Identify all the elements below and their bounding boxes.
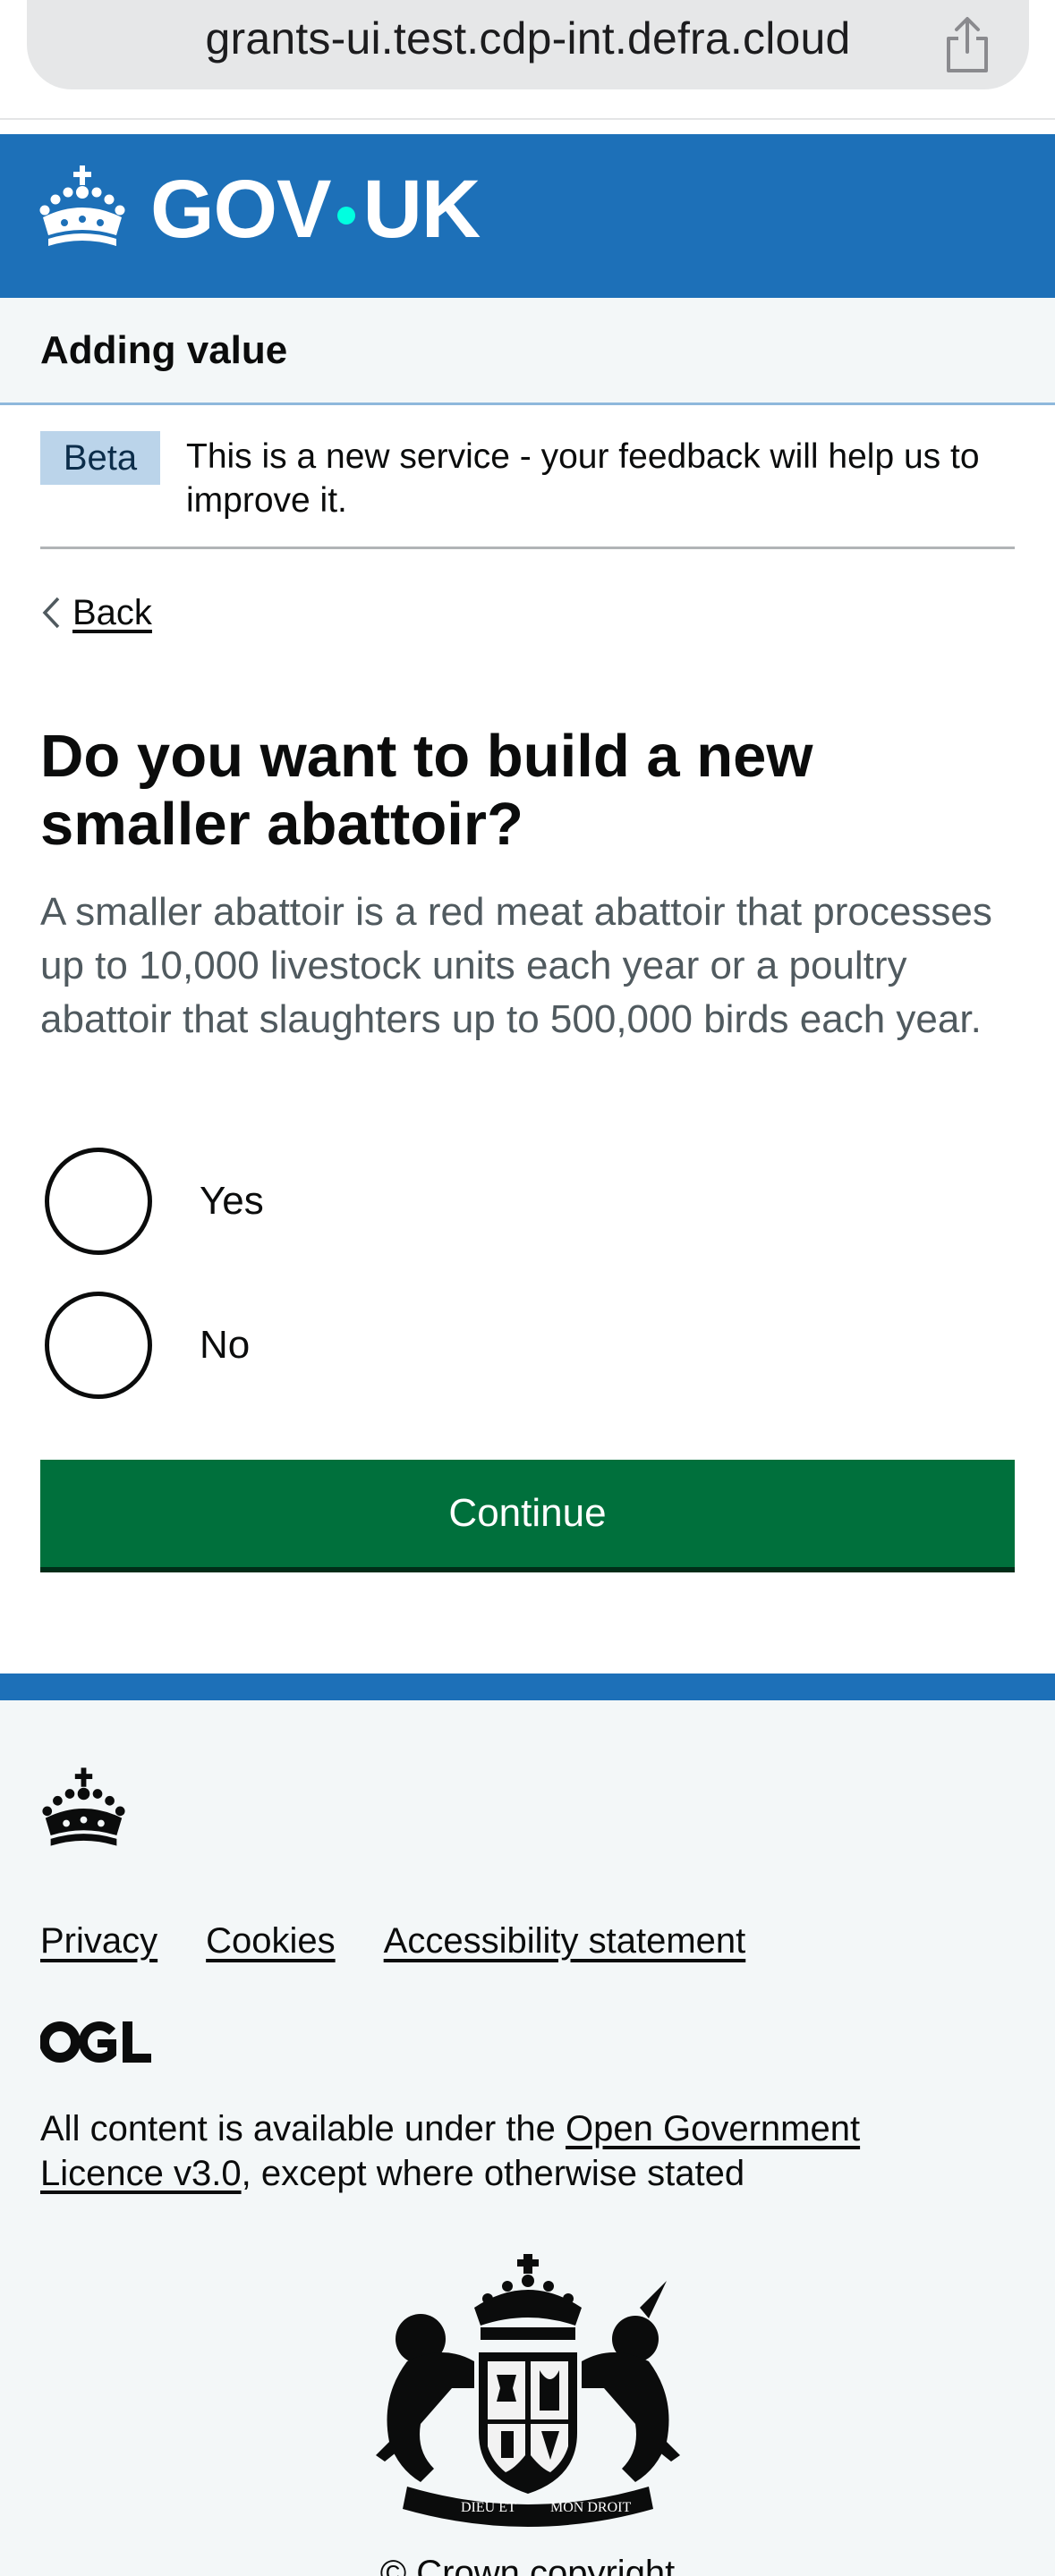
svg-text:DIEU ET: DIEU ET <box>461 2500 516 2515</box>
chevron-left-icon <box>42 597 60 629</box>
share-icon[interactable] <box>941 16 993 73</box>
address-bar-url[interactable]: grants-ui.test.cdp-int.defra.cloud <box>27 13 1029 64</box>
radio-button-no[interactable] <box>45 1292 152 1399</box>
continue-button[interactable]: Continue <box>40 1460 1015 1567</box>
phase-tag: Beta <box>40 431 160 485</box>
back-link[interactable]: Back <box>40 586 152 640</box>
radio-option-yes[interactable]: Yes <box>45 1148 264 1255</box>
royal-coat-of-arms-icon[interactable]: DIEU ET MON DROIT <box>371 2254 685 2531</box>
copyright[interactable]: © Crown copyright <box>0 2554 1055 2576</box>
ogl-logo-icon <box>40 2021 151 2063</box>
licence-text: All content is available under the Open … <box>40 2109 861 2193</box>
radio-label-no[interactable]: No <box>200 1323 250 1368</box>
footer-link-privacy[interactable]: Privacy <box>40 1921 157 1962</box>
govuk-logo-text[interactable]: GOV UK <box>150 168 481 250</box>
footer-links: Privacy Cookies Accessibility statement <box>40 1921 794 1962</box>
radio-label-yes[interactable]: Yes <box>200 1179 264 1224</box>
crown-icon[interactable] <box>38 165 127 248</box>
question-hint: A smaller abattoir is a red meat abattoi… <box>40 890 992 1041</box>
footer-link-cookies[interactable]: Cookies <box>206 1921 336 1962</box>
radio-button-yes[interactable] <box>45 1148 152 1255</box>
footer-link-accessibility[interactable]: Accessibility statement <box>384 1921 746 1962</box>
phase-banner-text: This is a new service - your feedback wi… <box>186 437 980 520</box>
radio-option-no[interactable]: No <box>45 1292 250 1399</box>
crown-icon <box>42 1767 125 1846</box>
service-navigation: Adding value <box>0 298 1055 405</box>
address-bar[interactable]: grants-ui.test.cdp-int.defra.cloud <box>27 0 1029 89</box>
phase-banner: Beta This is a new service - your feedba… <box>40 420 1015 549</box>
svg-text:MON DROIT: MON DROIT <box>550 2500 631 2515</box>
browser-toolbar: grants-ui.test.cdp-int.defra.cloud <box>0 0 1055 120</box>
service-name[interactable]: Adding value <box>40 328 287 373</box>
page-title: Do you want to build a new smaller abatt… <box>40 723 813 858</box>
back-link-label[interactable]: Back <box>72 593 152 633</box>
logo-dot <box>337 207 356 225</box>
